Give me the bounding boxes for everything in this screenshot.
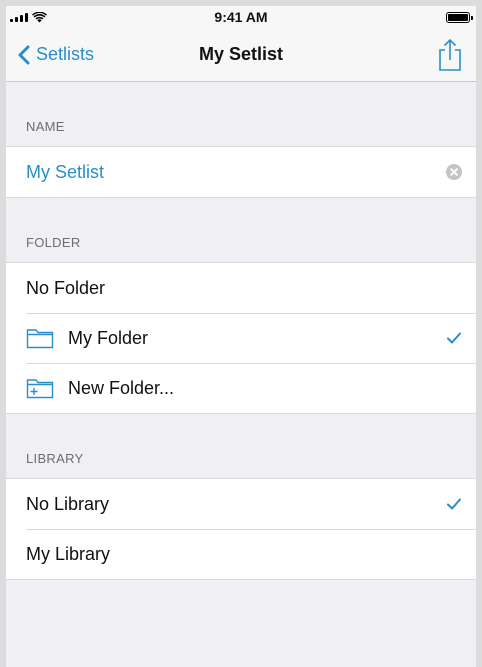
library-section-header: LIBRARY <box>26 451 84 466</box>
clear-text-icon[interactable] <box>446 164 462 180</box>
folder-section-header: FOLDER <box>26 235 81 250</box>
checkmark-icon <box>447 498 461 510</box>
name-group: My Setlist <box>6 146 476 198</box>
back-button[interactable]: Setlists <box>6 44 94 65</box>
chevron-left-icon <box>18 45 30 64</box>
name-input[interactable]: My Setlist <box>26 162 446 183</box>
library-option-my-library[interactable]: My Library <box>6 529 476 579</box>
battery-icon <box>446 11 473 23</box>
folder-icon <box>26 329 54 349</box>
name-field[interactable]: My Setlist <box>6 147 476 197</box>
folder-option-label: New Folder... <box>68 377 175 398</box>
name-section-header: NAME <box>26 119 65 134</box>
page-title: My Setlist <box>198 44 284 64</box>
library-option-label: No Library <box>26 493 110 514</box>
status-time: 9:41 AM <box>214 9 268 25</box>
folder-option-no-folder[interactable]: No Folder <box>6 263 476 313</box>
library-option-label: My Library <box>26 543 111 564</box>
wifi-icon <box>32 11 47 22</box>
battery-level <box>448 13 468 21</box>
device-screen: 9:41 AM Setlists My Setlist NAME My Setl… <box>6 6 476 667</box>
folder-option-label: No Folder <box>26 277 106 298</box>
folder-option-label: My Folder <box>68 327 149 348</box>
new-folder-icon <box>26 379 54 399</box>
back-button-label: Setlists <box>36 44 95 64</box>
library-group: No Library My Library <box>6 478 476 580</box>
checkmark-icon <box>447 332 461 344</box>
status-bar: 9:41 AM <box>6 6 476 28</box>
share-icon[interactable] <box>436 38 464 72</box>
folder-option-my-folder[interactable]: My Folder <box>6 313 476 363</box>
cellular-signal-icon <box>10 12 28 22</box>
folder-group: No Folder My Folder New Folder... <box>6 262 476 414</box>
navigation-bar: Setlists My Setlist <box>6 28 476 82</box>
library-option-no-library[interactable]: No Library <box>6 479 476 529</box>
status-indicators <box>10 11 47 23</box>
folder-option-new-folder[interactable]: New Folder... <box>6 363 476 413</box>
